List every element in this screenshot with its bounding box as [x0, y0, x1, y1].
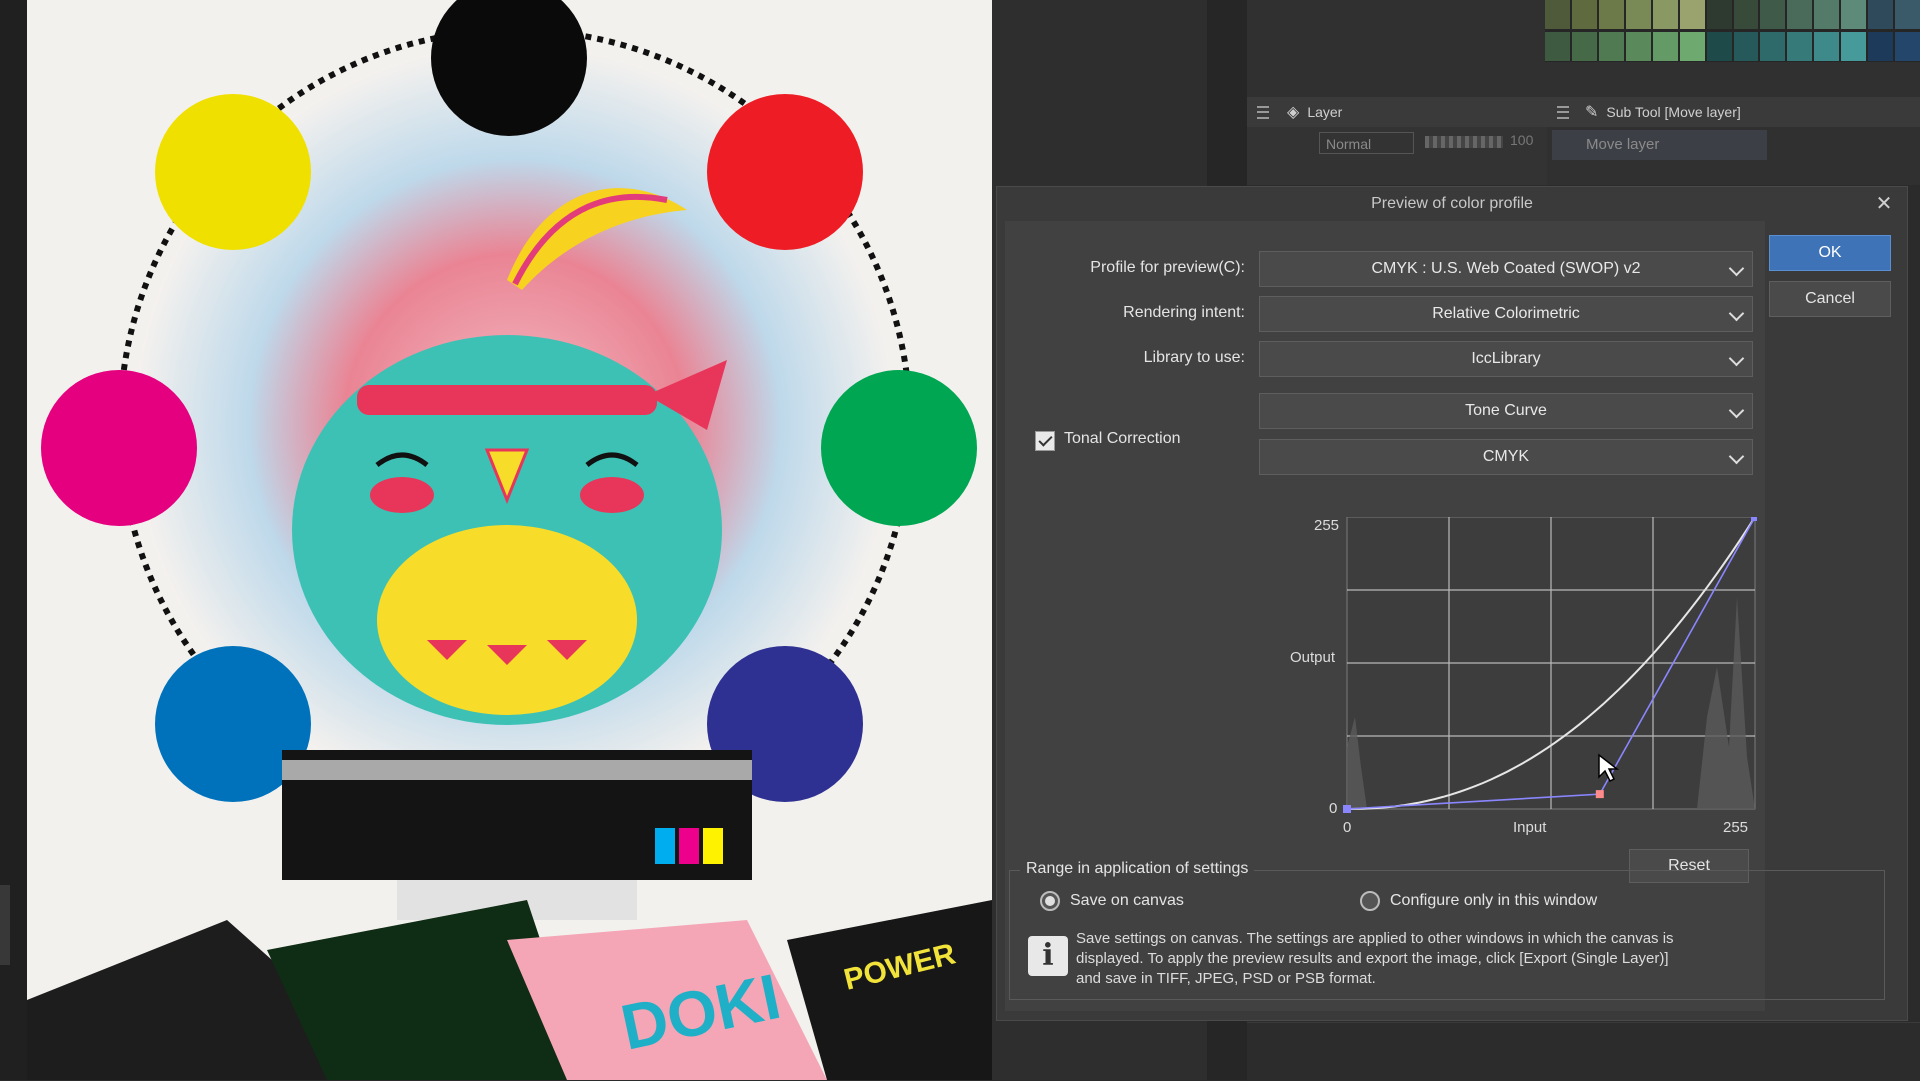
- channel-select[interactable]: CMYK: [1259, 439, 1753, 475]
- tonal-correction-checkbox[interactable]: [1035, 431, 1055, 451]
- close-icon[interactable]: ✕: [1875, 194, 1893, 214]
- range-settings-group: Range in application of settings Save on…: [1009, 860, 1885, 1000]
- yellow-ink: [703, 828, 723, 864]
- correction-type-value: Tone Curve: [1465, 402, 1547, 419]
- x-max-label: 255: [1723, 819, 1749, 836]
- x-axis-label: Input: [1513, 819, 1547, 836]
- magenta-dot: [41, 370, 197, 526]
- info-icon: i: [1028, 936, 1068, 976]
- window-only-label: Configure only in this window: [1390, 892, 1598, 909]
- y-axis-label: Output: [1290, 649, 1336, 666]
- dialog-title: Preview of color profile: [997, 187, 1907, 221]
- profile-select[interactable]: CMYK : U.S. Web Coated (SWOP) v2: [1259, 251, 1753, 287]
- layers-icon: ◈: [1287, 104, 1300, 121]
- chevron-down-icon: [1728, 402, 1745, 419]
- cancel-button[interactable]: Cancel: [1769, 281, 1891, 317]
- intent-value: Relative Colorimetric: [1432, 305, 1580, 322]
- profile-label: Profile for preview(C):: [1090, 259, 1245, 276]
- profile-value: CMYK : U.S. Web Coated (SWOP) v2: [1371, 260, 1641, 277]
- layer-menu-icon[interactable]: [1257, 105, 1269, 119]
- info-text: Save settings on canvas. The settings ar…: [1076, 930, 1674, 987]
- opacity-slider[interactable]: [1425, 136, 1503, 148]
- chevron-down-icon: [1728, 448, 1745, 465]
- subtool-tab[interactable]: Sub Tool [Move layer]: [1606, 104, 1740, 120]
- layer-toolbar: Normal 100: [1247, 127, 1547, 185]
- rendering-intent-select[interactable]: Relative Colorimetric: [1259, 296, 1753, 332]
- save-on-canvas-label: Save on canvas: [1070, 892, 1184, 909]
- artwork-illustration: DOKI POWER: [27, 0, 992, 1080]
- opacity-value[interactable]: 100: [1510, 132, 1533, 148]
- intent-label: Rendering intent:: [1123, 304, 1245, 321]
- library-value: IccLibrary: [1471, 350, 1541, 367]
- subtool-menu-icon[interactable]: [1557, 105, 1569, 119]
- bird-belly: [377, 525, 637, 715]
- x-min-label: 0: [1343, 819, 1352, 836]
- library-label: Library to use:: [1143, 349, 1245, 366]
- pen-tool-icon: ✎: [1585, 104, 1599, 121]
- curve-control-point[interactable]: [1595, 790, 1604, 799]
- right-cheek: [580, 477, 644, 513]
- correction-type-select[interactable]: Tone Curve: [1259, 393, 1753, 429]
- channel-value: CMYK: [1482, 448, 1530, 465]
- range-group-title: Range in application of settings: [1020, 860, 1255, 878]
- canvas-area[interactable]: DOKI POWER: [27, 0, 992, 1080]
- color-palette[interactable]: [1545, 0, 1920, 62]
- headband: [357, 385, 657, 415]
- subtool-panel-tabbar: ✎ Sub Tool [Move layer]: [1547, 97, 1920, 127]
- bottom-panel-strip: [1247, 1022, 1920, 1081]
- save-on-canvas-radio[interactable]: [1040, 891, 1060, 911]
- chevron-down-icon: [1728, 305, 1745, 322]
- chevron-down-icon: [1728, 350, 1745, 367]
- green-dot: [821, 370, 977, 526]
- layer-tab[interactable]: Layer: [1307, 104, 1342, 120]
- magenta-ink: [679, 828, 699, 864]
- layer-panel-tabbar: ◈ Layer: [1247, 97, 1547, 127]
- window-only-radio[interactable]: [1360, 891, 1380, 911]
- blend-mode-select[interactable]: Normal: [1319, 132, 1414, 154]
- tone-curve-editor: 255 Output 0 0 Input 255: [1259, 517, 1757, 836]
- ok-button[interactable]: OK: [1769, 235, 1891, 271]
- curve-control-point[interactable]: [1343, 805, 1351, 813]
- left-cheek: [370, 477, 434, 513]
- yellow-dot: [155, 94, 311, 250]
- collapsed-panel-tab[interactable]: [0, 885, 10, 965]
- tone-curve-graph[interactable]: [1337, 517, 1757, 817]
- red-dot: [707, 94, 863, 250]
- cyan-ink: [655, 828, 675, 864]
- color-profile-dialog: Preview of color profile ✕ Profile for p…: [996, 186, 1908, 1021]
- chevron-down-icon: [1728, 260, 1745, 277]
- library-select[interactable]: IccLibrary: [1259, 341, 1753, 377]
- tonal-correction-label: Tonal Correction: [1064, 430, 1181, 447]
- y-max-label: 255: [1314, 517, 1340, 534]
- left-gutter: [0, 0, 27, 1080]
- move-layer-tool[interactable]: Move layer: [1552, 130, 1767, 160]
- curve-control-point[interactable]: [1751, 517, 1757, 521]
